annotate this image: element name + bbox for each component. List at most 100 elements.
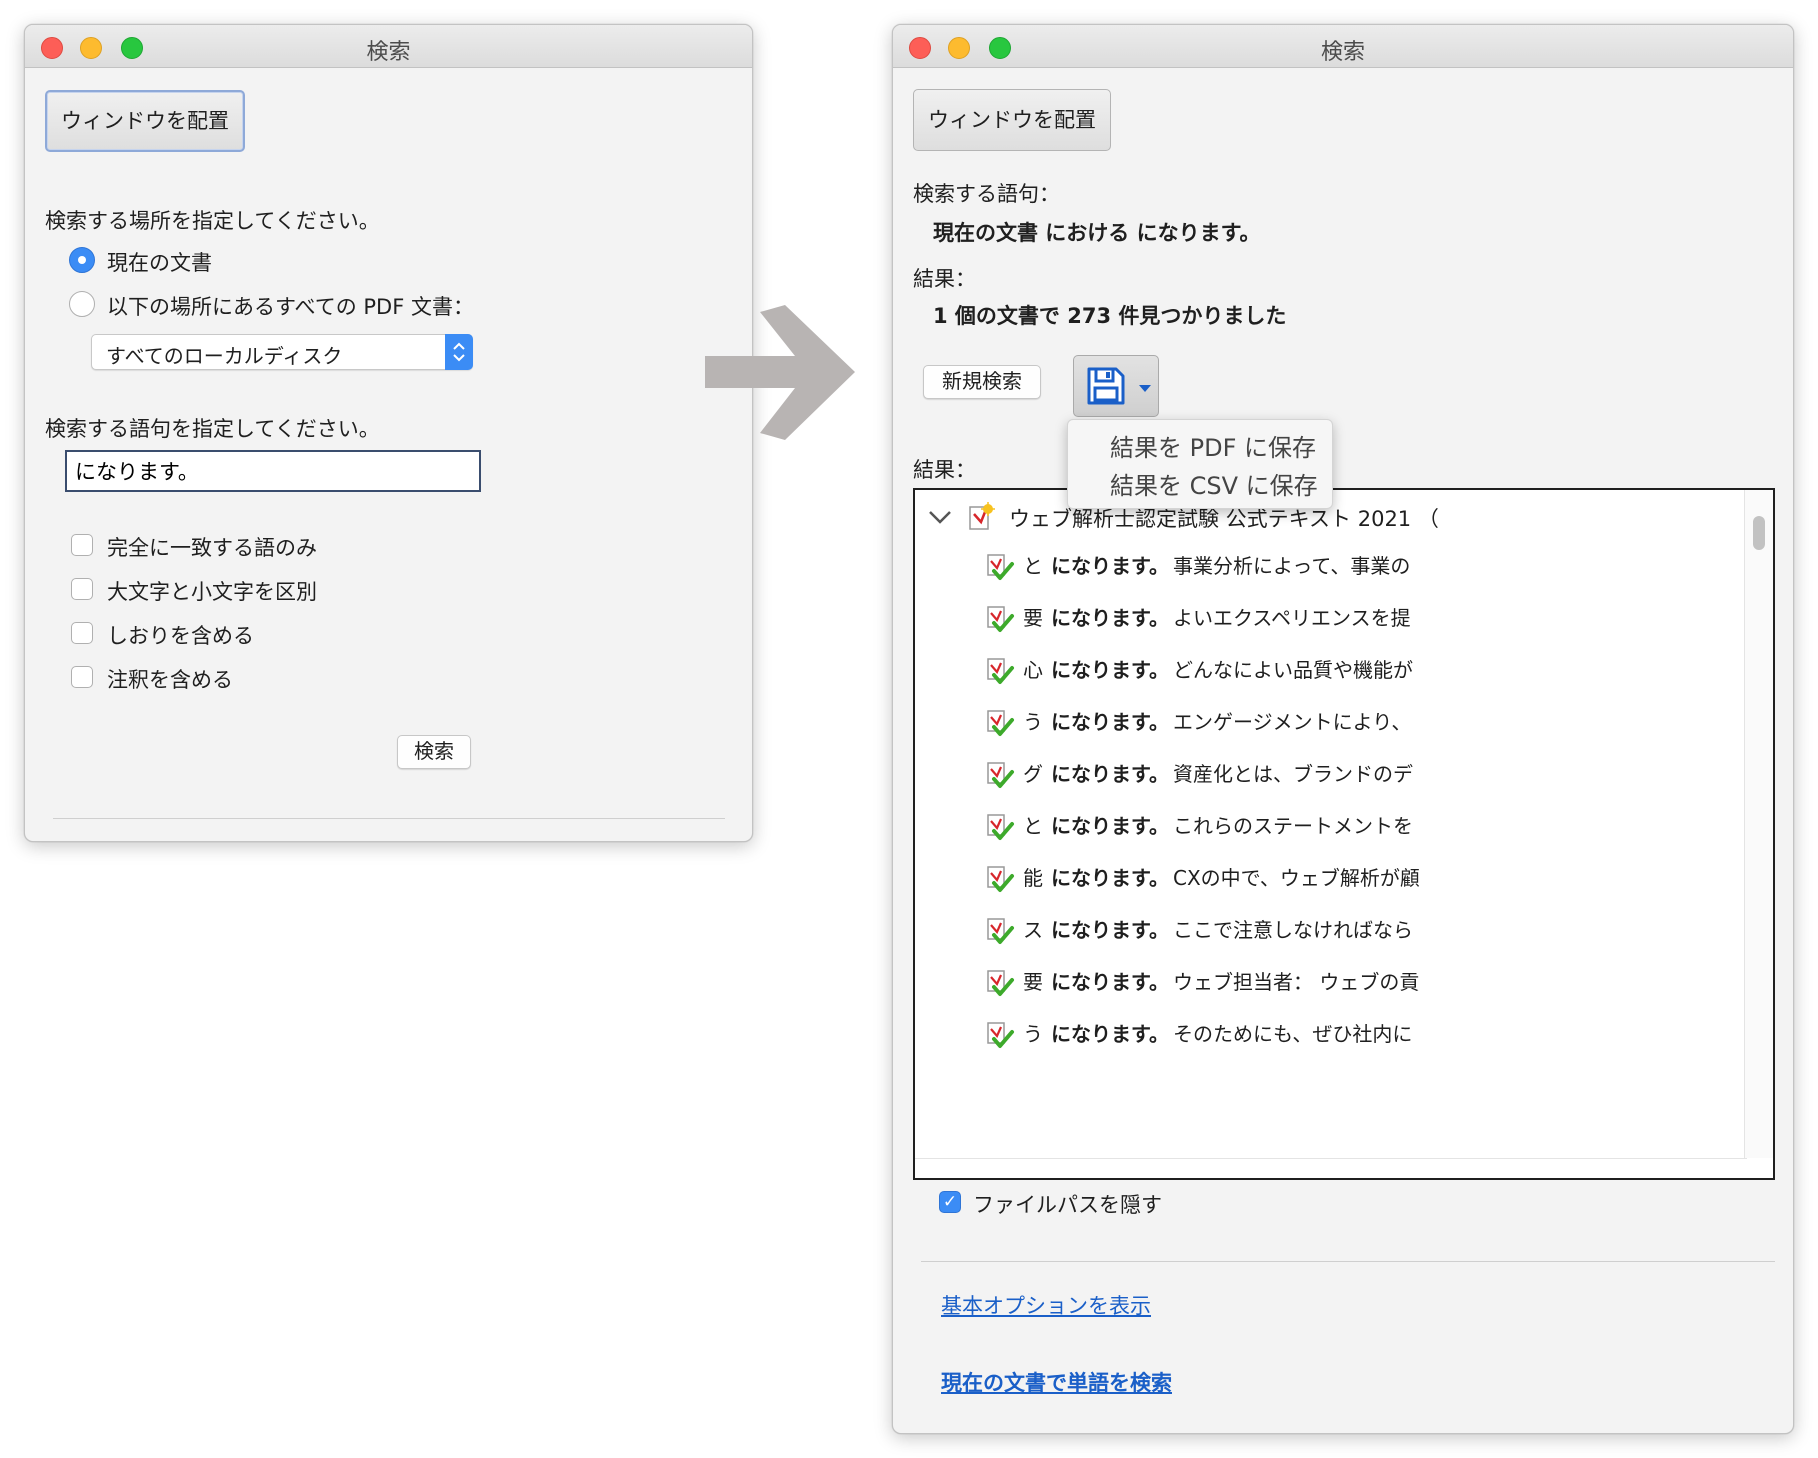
- result-row[interactable]: 能になります。 CXの中で、ウェブ解析が顧: [915, 856, 1735, 904]
- radio-current-document-label[interactable]: 現在の文書: [107, 247, 212, 277]
- search-hit-icon: [985, 708, 1015, 738]
- search-words-in-document-link[interactable]: 現在の文書で単語を検索: [941, 1367, 1172, 1397]
- result-prefix: 要: [1023, 606, 1043, 630]
- option-whole-words-checkbox[interactable]: [71, 534, 93, 556]
- option-bookmarks-label[interactable]: しおりを含める: [107, 620, 254, 650]
- radio-current-document[interactable]: [69, 247, 95, 273]
- title-bar: 検索: [25, 25, 752, 68]
- result-row[interactable]: 心になります。 どんなによい品質や機能が: [915, 648, 1735, 696]
- result-context: そのためにも、ぜひ社内に: [1173, 1022, 1413, 1046]
- location-select[interactable]: すべてのローカルディスク: [91, 334, 473, 370]
- hide-file-path-label[interactable]: ファイルパスを隠す: [973, 1189, 1162, 1219]
- option-comments-checkbox[interactable]: [71, 666, 93, 688]
- option-comments-label[interactable]: 注釈を含める: [107, 664, 233, 694]
- result-context: よいエクスペリエンスを提: [1173, 606, 1411, 630]
- option-case-sensitive-checkbox[interactable]: [71, 578, 93, 600]
- chevron-down-icon[interactable]: [927, 508, 953, 526]
- search-hit-icon: [985, 812, 1015, 842]
- results-list-label: 結果：: [913, 458, 976, 482]
- search-hit-icon: [985, 760, 1015, 790]
- result-context: エンゲージメントにより、: [1173, 710, 1412, 734]
- arrange-window-button[interactable]: ウィンドウを配置: [913, 89, 1111, 151]
- result-match: になります。: [1051, 866, 1169, 890]
- result-match: になります。: [1051, 710, 1169, 734]
- result-match: になります。: [1051, 1022, 1169, 1046]
- search-hit-icon: [985, 968, 1015, 998]
- result-row[interactable]: スになります。 ここで注意しなければなら: [915, 908, 1735, 956]
- result-row[interactable]: とになります。 事業分析によって、事業の: [915, 544, 1735, 592]
- location-prompt: 検索する場所を指定してください。: [45, 209, 380, 233]
- radio-all-pdfs-label[interactable]: 以下の場所にあるすべての PDF 文書：: [107, 291, 474, 321]
- result-context: ウェブ担当者： ウェブの貢: [1173, 970, 1420, 994]
- window-title: 検索: [1320, 40, 1365, 65]
- new-search-button[interactable]: 新規検索: [923, 365, 1041, 399]
- result-context: どんなによい品質や機能が: [1173, 658, 1413, 682]
- result-match: になります。: [1051, 554, 1169, 578]
- result-row[interactable]: うになります。 エンゲージメントにより、: [915, 700, 1735, 748]
- search-hit-icon: [985, 656, 1015, 686]
- query-label: 検索する語句：: [913, 182, 1060, 206]
- result-match: になります。: [1051, 606, 1169, 630]
- save-results-button[interactable]: [1073, 355, 1159, 417]
- search-term-input[interactable]: [65, 450, 481, 492]
- search-hit-icon: [985, 864, 1015, 894]
- result-prefix: 要: [1023, 970, 1043, 994]
- search-button[interactable]: 検索: [397, 735, 471, 769]
- dropdown-caret-icon: [1139, 385, 1151, 392]
- result-context: CXの中で、ウェブ解析が顧: [1173, 866, 1420, 890]
- option-bookmarks-checkbox[interactable]: [71, 622, 93, 644]
- radio-all-pdfs[interactable]: [69, 291, 95, 317]
- result-match: になります。: [1051, 762, 1169, 786]
- select-stepper-icon: [445, 334, 473, 370]
- result-match: になります。: [1051, 970, 1169, 994]
- option-whole-words-label[interactable]: 完全に一致する語のみ: [107, 532, 317, 562]
- result-row[interactable]: 要になります。 ウェブ担当者： ウェブの貢: [915, 960, 1735, 1008]
- result-prefix: う: [1023, 710, 1043, 734]
- window-title: 検索: [366, 40, 411, 65]
- divider: [53, 818, 725, 819]
- save-dropdown-menu: 結果を PDF に保存 結果を CSV に保存: [1067, 419, 1333, 509]
- scrollbar-thumb[interactable]: [1753, 516, 1765, 550]
- result-prefix: と: [1023, 814, 1043, 838]
- result-prefix: 能: [1023, 866, 1043, 890]
- result-context: これらのステートメントを: [1173, 814, 1413, 838]
- divider: [921, 1261, 1775, 1262]
- results-panel[interactable]: ウェブ解析士認定試験 公式テキスト 2021 （ とになります。 事業分析によって…: [913, 488, 1775, 1180]
- result-row[interactable]: とになります。 これらのステートメントを: [915, 804, 1735, 852]
- show-basic-options-link[interactable]: 基本オプションを表示: [941, 1290, 1151, 1320]
- save-as-csv-menu-item[interactable]: 結果を CSV に保存: [1110, 466, 1318, 501]
- result-prefix: グ: [1023, 762, 1043, 786]
- arrange-window-button[interactable]: ウィンドウを配置: [45, 90, 245, 152]
- search-hit-icon: [985, 552, 1015, 582]
- term-prompt: 検索する語句を指定してください。: [45, 417, 380, 441]
- result-row[interactable]: うになります。 そのためにも、ぜひ社内に: [915, 1012, 1735, 1060]
- option-case-sensitive-label[interactable]: 大文字と小文字を区別: [107, 576, 317, 606]
- search-window-results: 検索 ウィンドウを配置 検索する語句： 現在の文書 における になります。 結果…: [892, 24, 1794, 1434]
- result-prefix: と: [1023, 554, 1043, 578]
- result-row[interactable]: 要になります。 よいエクスペリエンスを提: [915, 596, 1735, 644]
- result-prefix: 心: [1023, 658, 1043, 682]
- search-hit-icon: [985, 916, 1015, 946]
- pdf-document-icon: [969, 502, 995, 530]
- search-hit-icon: [985, 604, 1015, 634]
- result-context: ここで注意しなければなら: [1173, 918, 1413, 942]
- search-window-basic: 検索 ウィンドウを配置 検索する場所を指定してください。 現在の文書 以下の場所…: [24, 24, 753, 842]
- result-row[interactable]: グになります。 資産化とは、ブランドのデ: [915, 752, 1735, 800]
- hide-file-path-checkbox[interactable]: ✓: [939, 1191, 961, 1213]
- location-select-value: すべてのローカルディスク: [106, 344, 343, 368]
- result-prefix: ス: [1023, 918, 1043, 942]
- arrow-right-icon: [705, 305, 855, 440]
- search-hit-icon: [985, 1020, 1015, 1050]
- results-summary: 1 個の文書で 273 件見つかりました: [933, 304, 1287, 328]
- result-match: になります。: [1051, 918, 1169, 942]
- result-match: になります。: [1051, 658, 1169, 682]
- query-text: 現在の文書 における になります。: [933, 221, 1261, 245]
- save-as-pdf-menu-item[interactable]: 結果を PDF に保存: [1110, 428, 1316, 463]
- results-label: 結果：: [913, 267, 976, 291]
- title-bar: 検索: [893, 25, 1793, 68]
- floppy-disk-icon: [1087, 367, 1125, 405]
- scrollbar-track[interactable]: [1744, 490, 1773, 1158]
- result-context: 事業分析によって、事業の: [1173, 554, 1411, 578]
- result-match: になります。: [1051, 814, 1169, 838]
- result-prefix: う: [1023, 1022, 1043, 1046]
